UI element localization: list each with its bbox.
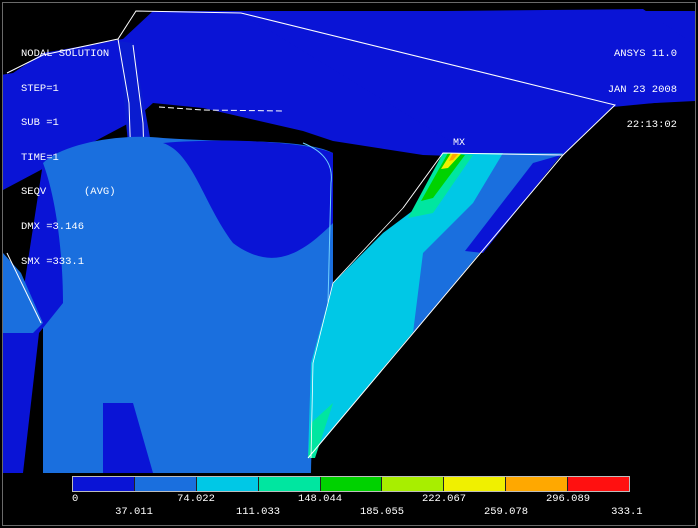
legend-label-top: 148.044: [297, 493, 343, 505]
legend-label-bottom: 111.033: [235, 506, 281, 518]
legend-swatch-1: [73, 477, 135, 491]
legend-swatch-7: [444, 477, 507, 491]
contour-legend: [72, 476, 630, 492]
max-marker: MX: [453, 138, 466, 149]
legend-label-top: 222.067: [421, 493, 467, 505]
legend-swatch-3: [196, 477, 259, 491]
legend-swatch-2: [134, 477, 197, 491]
seqv-text: SEQV (AVG): [21, 186, 116, 199]
legend-label-top: 0: [72, 493, 79, 505]
version-text: ANSYS 11.0: [613, 48, 677, 60]
time-text: TIME=1: [21, 151, 59, 164]
legend-swatch-4: [258, 477, 321, 491]
time-stamp: 22:13:02: [626, 119, 677, 131]
step-text: STEP=1: [21, 82, 59, 95]
legend-label-bottom: 333.1: [611, 506, 643, 518]
dmx-text: DMX =3.146: [21, 220, 85, 233]
legend-swatch-6: [382, 477, 445, 491]
legend-swatch-9: [568, 477, 630, 491]
sub-text: SUB =1: [21, 117, 59, 130]
legend-label-bottom: 259.078: [483, 506, 529, 518]
legend-swatch-5: [320, 477, 383, 491]
solution-info: NODAL SOLUTION STEP=1 SUB =1 TIME=1 SEQV…: [21, 27, 116, 291]
program-info: ANSYS 11.0 JAN 23 2008 22:13:02: [608, 27, 677, 156]
legend-label-bottom: 37.011: [115, 506, 153, 518]
title-text: NODAL SOLUTION: [21, 48, 110, 60]
viewport: NODAL SOLUTION STEP=1 SUB =1 TIME=1 SEQV…: [2, 2, 696, 526]
smx-text: SMX =333.1: [21, 255, 85, 268]
date-text: JAN 23 2008: [607, 83, 677, 96]
legend-label-top: 296.089: [545, 493, 591, 505]
legend-swatch-8: [506, 477, 569, 491]
legend-label-top: 74.022: [177, 493, 215, 505]
legend-label-bottom: 185.055: [359, 506, 405, 518]
